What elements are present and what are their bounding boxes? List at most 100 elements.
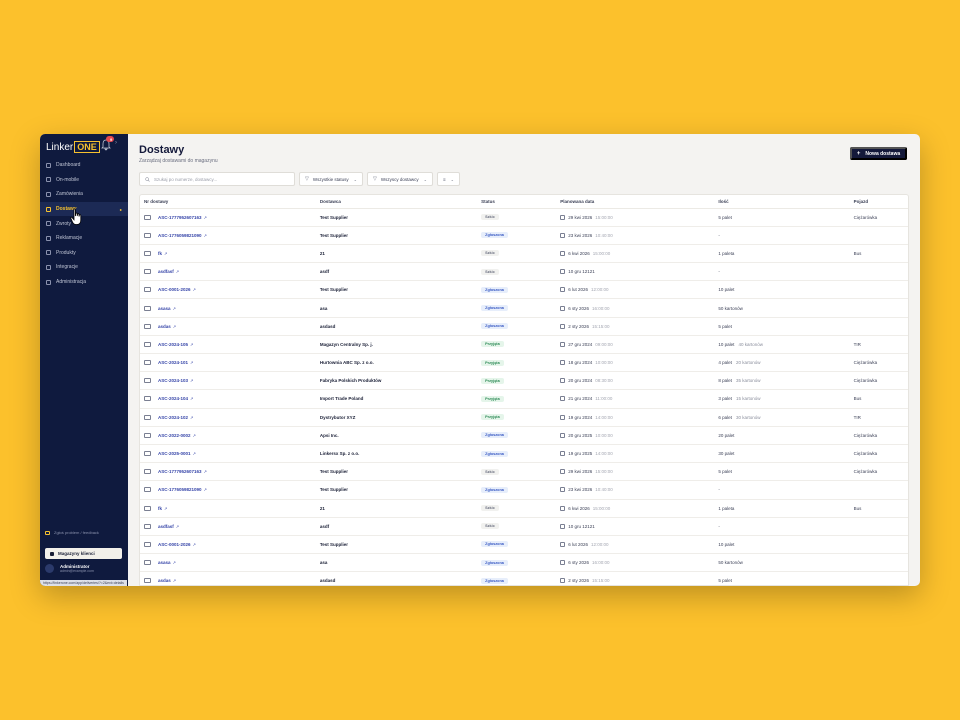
delivery-number-link[interactable]: ASC-1776059821090 [158,487,202,492]
external-link-icon[interactable]: ↗ [164,251,167,256]
external-link-icon[interactable]: ↗ [190,378,193,383]
supplier-cell: Test Supplier [315,226,478,245]
external-link-icon[interactable]: ↗ [193,433,196,438]
sidebar-item-produkty[interactable]: Produkty [40,246,128,261]
table-row[interactable]: ASC-1776059821090 ↗ Test Supplier Zgłoszona… [140,480,908,500]
delivery-number-link[interactable]: ASC-0001-2026 [158,287,191,292]
column-header[interactable]: Planowana data [556,195,715,209]
external-link-icon[interactable]: ↗ [190,342,193,347]
table-row[interactable]: fk ↗ 21 Szkic 6 kwi 2026 15:00:00 1 paleta Bus [140,499,908,518]
delivery-number-link[interactable]: asasa [158,560,171,565]
table-row[interactable]: ASC-2024-101 ↗ Hurtownia ABC Sp. z o.o. Prz… [140,353,908,373]
delivery-number-link[interactable]: ASC-1777952607163 [158,469,202,474]
delivery-id-cell: ASC-1776059821090 ↗ [140,480,316,500]
table-row[interactable]: asasa ↗ asa Zgłoszona 6 sty 2026 16:00:00 50 k… [140,553,908,573]
logo[interactable]: Linker ONE [46,141,100,153]
column-header[interactable]: Pojazd [849,195,908,209]
table-row[interactable]: ASC-1776059821090 ↗ Test Supplier Zgłoszona… [140,226,908,245]
column-header[interactable]: Status [477,195,557,209]
sidebar-item-administracja[interactable]: Administracja [40,275,128,290]
delivery-number-link[interactable]: ASC-2024-104 [158,396,188,401]
new-delivery-button[interactable]: + Nowa dostawa [850,147,907,160]
sidebar-item-on-mobile[interactable]: On-mobile [40,173,128,188]
sidebar-item-dashboard[interactable]: Dashboard [40,158,128,173]
sidebar-item-zam-wienia[interactable]: Zamówienia [40,187,128,202]
table-row[interactable]: ASC-0001-2026 ↗ Test Supplier Zgłoszona 6 lu… [140,535,908,555]
table-row[interactable]: ASC-2024-103 ↗ Fabryka Polskich Produktów P… [140,371,908,391]
external-link-icon[interactable]: ↗ [173,324,176,329]
feedback-link[interactable]: Zgłoś problem / feedback [45,530,99,535]
table-row[interactable]: ASC-1777952607163 ↗ Test Supplier Szkic 29 k… [140,462,908,482]
warehouse-button[interactable]: Magazyny klienci [45,548,122,559]
quantity-value: 4 palet [718,360,732,366]
date-cell: 20 gru 2024 08:30:00 [556,371,715,391]
column-header[interactable]: Ilość [714,195,850,209]
external-link-icon[interactable]: ↗ [190,396,193,401]
planned-date: 20 gru 2024 08:30:00 [560,378,714,384]
delivery-number-link[interactable]: ASC-2024-105 [158,342,188,347]
delivery-number-link[interactable]: ASC-2024-102 [158,415,188,420]
external-link-icon[interactable]: ↗ [193,451,196,456]
delivery-number-link[interactable]: asdas [158,324,171,329]
external-link-icon[interactable]: ↗ [176,269,179,274]
delivery-number-link[interactable]: asdfasf [158,524,174,529]
external-link-icon[interactable]: ↗ [173,306,176,311]
delivery-number-link[interactable]: ASC-1777952607163 [158,215,202,220]
delivery-number-link[interactable]: ASC-0001-2026 [158,542,191,547]
external-link-icon[interactable]: ↗ [173,578,176,583]
search-box[interactable] [139,172,295,186]
notifications-bell-icon[interactable]: 9 [101,136,114,151]
table-row[interactable]: ASC-0001-2026 ↗ Test Supplier Zgłoszona 6 lu… [140,280,908,300]
table-row[interactable]: asasa ↗ asa Zgłoszona 6 sty 2026 16:00:00 50 k… [140,298,908,318]
user-profile[interactable]: Administrator admin@example.com [45,564,94,573]
table-header-row: Nr dostawy Dostawca Status Planowana data Il… [140,195,908,209]
date-cell: 23 kwi 2026 10:40:00 [556,480,715,500]
vehicle-cell: Ciężarówka [849,353,908,373]
external-link-icon[interactable]: ↗ [204,215,207,220]
table-row[interactable]: ASC-2024-105 ↗ Magazyn Centralny Sp. j. Prz… [140,335,908,355]
view-toggle-dropdown[interactable]: ≡ ⌄ [436,172,460,186]
external-link-icon[interactable]: ↗ [176,524,179,529]
sidebar-item-zwroty[interactable]: Zwroty [40,216,128,231]
delivery-number-link[interactable]: ASC-2024-103 [158,378,188,383]
table-row[interactable]: asdfasf ↗ asdf Szkic 10 gru 12121- [140,262,908,282]
external-link-icon[interactable]: ↗ [204,233,207,238]
search-input[interactable] [154,176,284,182]
delivery-number-link[interactable]: fk [158,506,162,511]
table-row[interactable]: ASC-2024-104 ↗ Import Trade Poland Przyjęta… [140,389,908,409]
table-row[interactable]: ASC-2025-0001 ↗ Linkersx Sp. z o.o. Zgłoszo… [140,444,908,464]
external-link-icon[interactable]: ↗ [173,560,176,565]
table-row[interactable]: asdas ↗ asdasd Zgłoszona 2 sty 2026 15:15:00 5… [140,571,908,585]
delivery-number-link[interactable]: ASC-2025-0001 [158,451,191,456]
table-row[interactable]: asdfasf ↗ asdf Szkic 10 gru 12121- [140,517,908,536]
status-filter-dropdown[interactable]: ▽ Wszystkie statusy ⌄ [299,172,363,186]
delivery-number-link[interactable]: fk [158,251,162,256]
external-link-icon[interactable]: ↗ [193,542,196,547]
external-link-icon[interactable]: ↗ [193,287,196,292]
table-row[interactable]: fk ↗ 21 Szkic 6 kwi 2026 15:00:00 1 paleta Bus [140,244,908,264]
sidebar-item-reklamacje[interactable]: Reklamacje [40,231,128,246]
table-row[interactable]: ASC-2024-102 ↗ Dystrybutor XYZ Przyjęta 19 g… [140,408,908,427]
sidebar-item-dostawy[interactable]: Dostawy ▸ [40,201,128,217]
delivery-number-link[interactable]: ASC-2024-101 [158,360,188,365]
external-link-icon[interactable]: ↗ [190,360,193,365]
table-row[interactable]: ASC-1777952607163 ↗ Test Supplier Szkic 29 k… [140,208,908,227]
external-link-icon[interactable]: ↗ [204,487,207,492]
table-row[interactable]: asdas ↗ asdasd Zgłoszona 2 sty 2026 15:15:00 5… [140,317,908,336]
delivery-number-link[interactable]: asdfasf [158,269,174,274]
external-link-icon[interactable]: ↗ [190,415,193,420]
delivery-number-link[interactable]: ASC-1776059821090 [158,233,202,238]
column-header[interactable]: Nr dostawy [140,195,316,209]
delivery-number-link[interactable]: asasa [158,306,171,311]
column-header[interactable]: Dostawca [315,195,478,209]
collapse-chevron-icon[interactable]: › [115,140,117,146]
quantity-value: 10 palet [718,287,735,293]
sidebar-item-integracje[interactable]: Integracje [40,260,128,275]
delivery-number-link[interactable]: ASC-2022-0002 [158,433,191,438]
delivery-id: ASC-2022-0002 ↗ [144,432,316,438]
external-link-icon[interactable]: ↗ [164,506,167,511]
delivery-number-link[interactable]: asdas [158,578,171,583]
table-row[interactable]: ASC-2022-0002 ↗ Apsi Inc. Zgłoszona 20 gru 2… [140,426,908,445]
external-link-icon[interactable]: ↗ [204,469,207,474]
supplier-filter-dropdown[interactable]: ▽ Wszyscy dostawcy ⌄ [366,172,433,186]
